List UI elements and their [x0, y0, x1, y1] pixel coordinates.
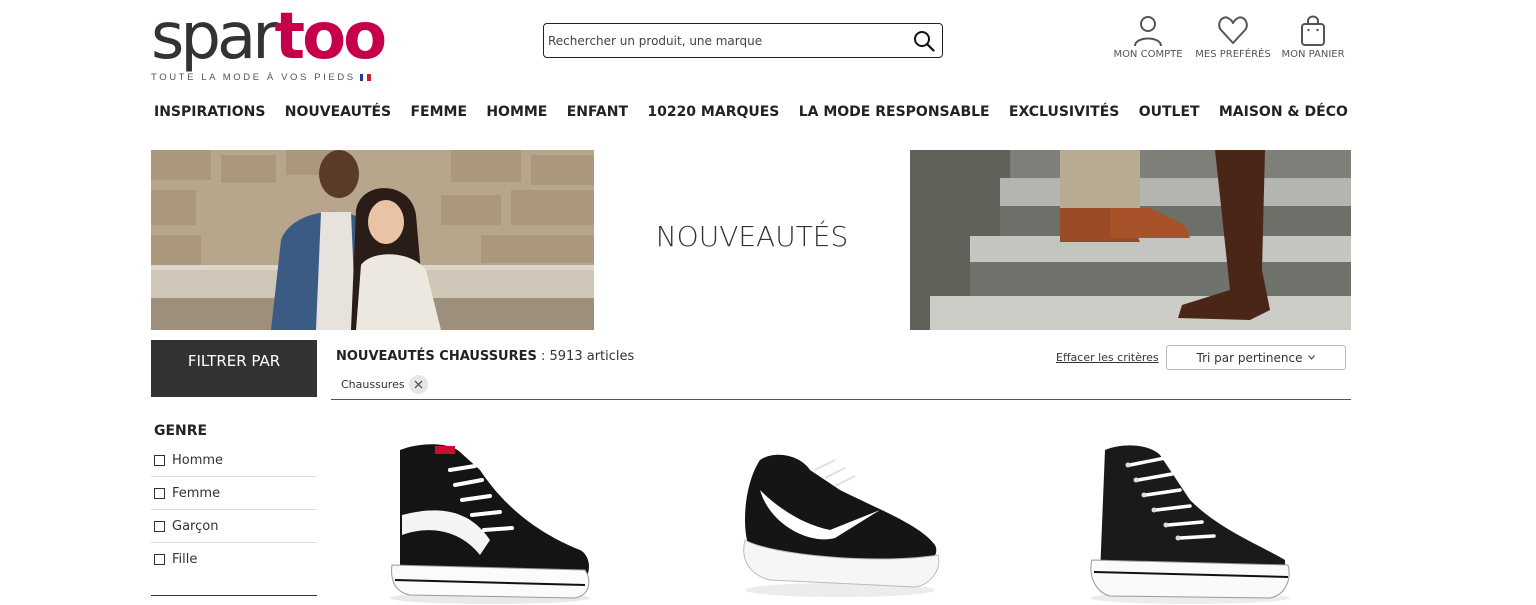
sidebar-divider — [151, 595, 317, 596]
user-icon — [1134, 16, 1162, 46]
active-filter-label: Chaussures — [341, 377, 405, 391]
close-icon — [414, 380, 423, 388]
heart-icon — [1218, 16, 1248, 44]
logo-wordmark: spartoo — [151, 5, 391, 69]
product-image — [1090, 445, 1290, 604]
nav-item-inspirations[interactable]: INSPIRATIONS — [151, 104, 268, 126]
nav-item-outlet[interactable]: OUTLET — [1136, 104, 1203, 126]
nav-item-femme[interactable]: FEMME — [407, 104, 470, 126]
checkbox[interactable] — [154, 454, 165, 466]
logo-part-2: too — [274, 0, 388, 74]
results-divider — [331, 399, 1351, 400]
sort-dropdown[interactable]: Tri par pertinence — [1166, 345, 1346, 370]
nav-item-mode-responsable[interactable]: LA MODE RESPONSABLE — [796, 104, 993, 126]
favorites-label: MES PREFÉRÉS — [1195, 49, 1271, 60]
genre-option-label: Fille — [172, 552, 198, 567]
results-title: NOUVEAUTÉS CHAUSSURES — [336, 349, 537, 364]
genre-filter-list: Homme Femme Garçon Fille — [151, 444, 317, 576]
search-icon — [914, 30, 935, 52]
genre-option-label: Garçon — [172, 518, 219, 534]
checkbox[interactable] — [154, 554, 165, 565]
search-button[interactable] — [906, 24, 942, 57]
genre-heading: GENRE — [154, 423, 208, 439]
genre-option-label: Femme — [172, 485, 221, 501]
sort-dropdown-label: Tri par pertinence — [1196, 350, 1303, 365]
genre-option-label: Homme — [172, 452, 224, 468]
genre-option-femme[interactable]: Femme — [151, 477, 317, 510]
cart-link[interactable]: MON PANIER — [1275, 14, 1351, 60]
nav-item-homme[interactable]: HOMME — [483, 104, 550, 126]
active-filter-chip: Chaussures — [336, 374, 428, 394]
nav-item-marques[interactable]: 10220 MARQUES — [644, 104, 782, 126]
genre-option-garcon[interactable]: Garçon — [151, 510, 317, 543]
logo[interactable]: spartoo TOUTE LA MODE À VOS PIEDS — [151, 5, 391, 86]
product-card-canvas-high-top[interactable] — [1080, 430, 1300, 605]
my-account-label: MON COMPTE — [1113, 49, 1183, 60]
tagline-text: TOUTE LA MODE À VOS PIEDS — [151, 72, 356, 83]
product-card-running-shoe[interactable] — [730, 430, 950, 605]
logo-part-1: spar — [151, 0, 278, 74]
hero-banner: NOUVEAUTÉS — [151, 150, 1351, 330]
account-links: MON COMPTE MES PREFÉRÉS MON PANIER — [1105, 14, 1351, 60]
search-input[interactable] — [544, 24, 906, 57]
genre-option-homme[interactable]: Homme — [151, 444, 317, 477]
search-bar — [543, 23, 943, 58]
favorites-link[interactable]: MES PREFÉRÉS — [1191, 14, 1275, 60]
product-image — [390, 444, 590, 604]
french-flag-icon — [359, 74, 371, 81]
chevron-down-icon — [1308, 355, 1316, 360]
results-count: : 5913 articles — [536, 349, 635, 364]
filter-by-button[interactable]: FILTRER PAR — [151, 340, 317, 397]
clear-filters-link[interactable]: Effacer les critères — [1056, 351, 1159, 364]
nav-item-enfant[interactable]: ENFANT — [564, 104, 631, 126]
results-heading: NOUVEAUTÉS CHAUSSURES : 5913 articles — [336, 349, 634, 364]
main-navigation: INSPIRATIONS NOUVEAUTÉS FEMME HOMME ENFA… — [151, 104, 1351, 126]
checkbox[interactable] — [154, 520, 165, 532]
product-image — [743, 454, 940, 597]
checkbox[interactable] — [154, 487, 165, 499]
product-card-high-top-sneaker[interactable] — [380, 430, 600, 605]
banner-title: NOUVEAUTÉS — [655, 220, 849, 253]
nav-item-maison-deco[interactable]: MAISON & DÉCO — [1216, 104, 1351, 126]
shopping-bag-icon — [1301, 15, 1325, 46]
cart-label: MON PANIER — [1281, 49, 1345, 60]
nav-item-exclusivites[interactable]: EXCLUSIVITÉS — [1006, 104, 1122, 126]
remove-filter-button[interactable] — [408, 374, 428, 394]
nav-item-nouveautes[interactable]: NOUVEAUTÉS — [282, 104, 394, 126]
logo-tagline: TOUTE LA MODE À VOS PIEDS — [151, 72, 371, 83]
banner-photo-couple — [151, 150, 594, 330]
genre-option-fille[interactable]: Fille — [151, 543, 317, 576]
my-account-link[interactable]: MON COMPTE — [1105, 14, 1191, 60]
banner-photo-stairs — [910, 150, 1351, 330]
